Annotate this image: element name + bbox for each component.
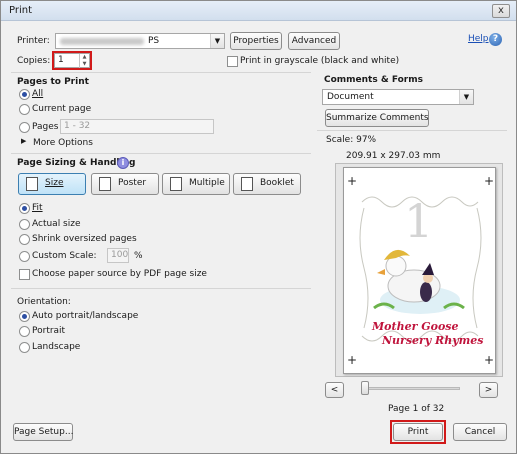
printer-label: Printer: [17,36,50,46]
comments-forms-title: Comments & Forms [324,75,423,85]
info-icon[interactable]: i [117,157,129,169]
page-dimensions: 209.91 x 297.03 mm [346,151,441,161]
page-numeral: 1 [404,194,434,248]
actual-size-label: Actual size [32,219,81,229]
radio-pages[interactable] [19,122,30,133]
pages-to-print-title: Pages to Print [17,77,89,87]
printer-label-text: Printer: [17,36,50,46]
radio-landscape[interactable] [19,342,30,353]
custom-scale-value: 100 [111,250,129,260]
next-page-button[interactable]: > [479,382,498,398]
radio-actual-size[interactable] [19,219,30,230]
divider [11,288,311,289]
radio-custom-scale[interactable] [19,251,30,262]
comments-forms-value: Document [327,92,374,102]
preview-page: + + + + 1 Mother Goose Nursery Rhymes [343,167,496,374]
chevron-down-icon: ▼ [210,34,224,48]
mode-size-label: Size [45,178,64,188]
shrink-label: Shrink oversized pages [32,234,137,244]
all-label: All [32,89,44,99]
mode-booklet-label: Booklet [260,178,294,188]
radio-current-page[interactable] [19,104,30,115]
scale-text: Scale: 97% [326,135,377,145]
mode-poster-label: Poster [118,178,147,188]
portrait-label: Portrait [32,326,66,336]
mode-multiple-label: Multiple [189,178,225,188]
auto-orientation-label: Auto portrait/landscape [32,311,139,321]
chevron-right-icon: > [484,385,493,395]
current-page-label: Current page [32,104,92,114]
properties-label: Properties [233,36,279,46]
custom-scale-input[interactable]: 100 [107,248,129,263]
orientation-title: Orientation: [17,297,71,307]
advanced-button[interactable]: Advanced [288,32,340,50]
more-options-link[interactable]: More Options [33,138,93,148]
paper-source-label: Choose paper source by PDF page size [32,269,207,279]
radio-fit[interactable] [19,203,30,214]
mode-size-button[interactable]: Size [18,173,86,195]
chevron-left-icon: < [330,385,339,395]
print-dialog: Print x Printer: PS ▼ Properties Advance… [0,0,517,454]
radio-portrait[interactable] [19,326,30,337]
copies-label: Copies: [17,56,51,66]
mode-multiple-button[interactable]: Multiple [162,173,230,195]
book-title-line2: Nursery Rhymes [382,334,484,347]
properties-button[interactable]: Properties [230,32,282,50]
book-title-line1: Mother Goose [372,320,459,333]
help-link[interactable]: Help [468,34,489,44]
printer-select[interactable]: PS ▼ [55,33,225,49]
cancel-label: Cancel [464,427,496,437]
pages-range-value: 1 - 32 [64,121,91,131]
pages-range-input[interactable]: 1 - 32 [60,119,214,134]
page-setup-button[interactable]: Page Setup... [13,423,73,441]
printer-value: PS [148,36,160,46]
comments-forms-select[interactable]: Document ▼ [322,89,474,105]
fit-label: Fit [32,203,43,213]
poster-icon [99,177,111,191]
booklet-icon [241,177,253,191]
radio-all[interactable] [19,89,30,100]
help-icon[interactable]: ? [489,33,502,46]
cancel-button[interactable]: Cancel [453,423,507,441]
previous-page-button[interactable]: < [325,382,344,398]
grayscale-label: Print in grayscale (black and white) [240,56,400,66]
size-icon [26,177,38,191]
custom-scale-label: Custom Scale: [32,251,97,261]
summarize-comments-label: Summarize Comments [326,113,429,123]
mode-booklet-button[interactable]: Booklet [233,173,301,195]
custom-scale-unit: % [134,251,143,261]
page-setup-label: Page Setup... [14,427,74,437]
divider [11,153,311,154]
pages-label: Pages [32,122,59,132]
title-bar: Print x [1,1,516,21]
preview-area: + + + + 1 Mother Goose Nursery Rhymes [335,163,503,377]
info-glyph: i [121,158,125,167]
redacted-printer-name [60,38,144,45]
close-icon: x [498,5,504,16]
copies-highlight [52,51,92,70]
close-button[interactable]: x [492,4,510,18]
chevron-down-icon: ▼ [459,90,473,104]
mode-poster-button[interactable]: Poster [91,173,159,195]
print-highlight [390,420,446,444]
triangle-right-icon[interactable]: ▶ [21,137,26,145]
grayscale-checkbox[interactable] [227,56,238,67]
multiple-icon [170,177,182,191]
paper-source-checkbox[interactable] [19,269,30,280]
advanced-label: Advanced [291,36,337,46]
window-title: Print [9,5,33,16]
radio-shrink[interactable] [19,234,30,245]
page-indicator: Page 1 of 32 [388,404,445,414]
goose-illustration [373,249,465,314]
summarize-comments-button[interactable]: Summarize Comments [325,109,429,127]
radio-auto-orientation[interactable] [19,311,30,322]
page-slider-thumb[interactable] [361,381,369,395]
landscape-label: Landscape [32,342,81,352]
divider [317,130,507,131]
page-slider-track[interactable] [364,387,460,390]
divider [11,72,311,73]
